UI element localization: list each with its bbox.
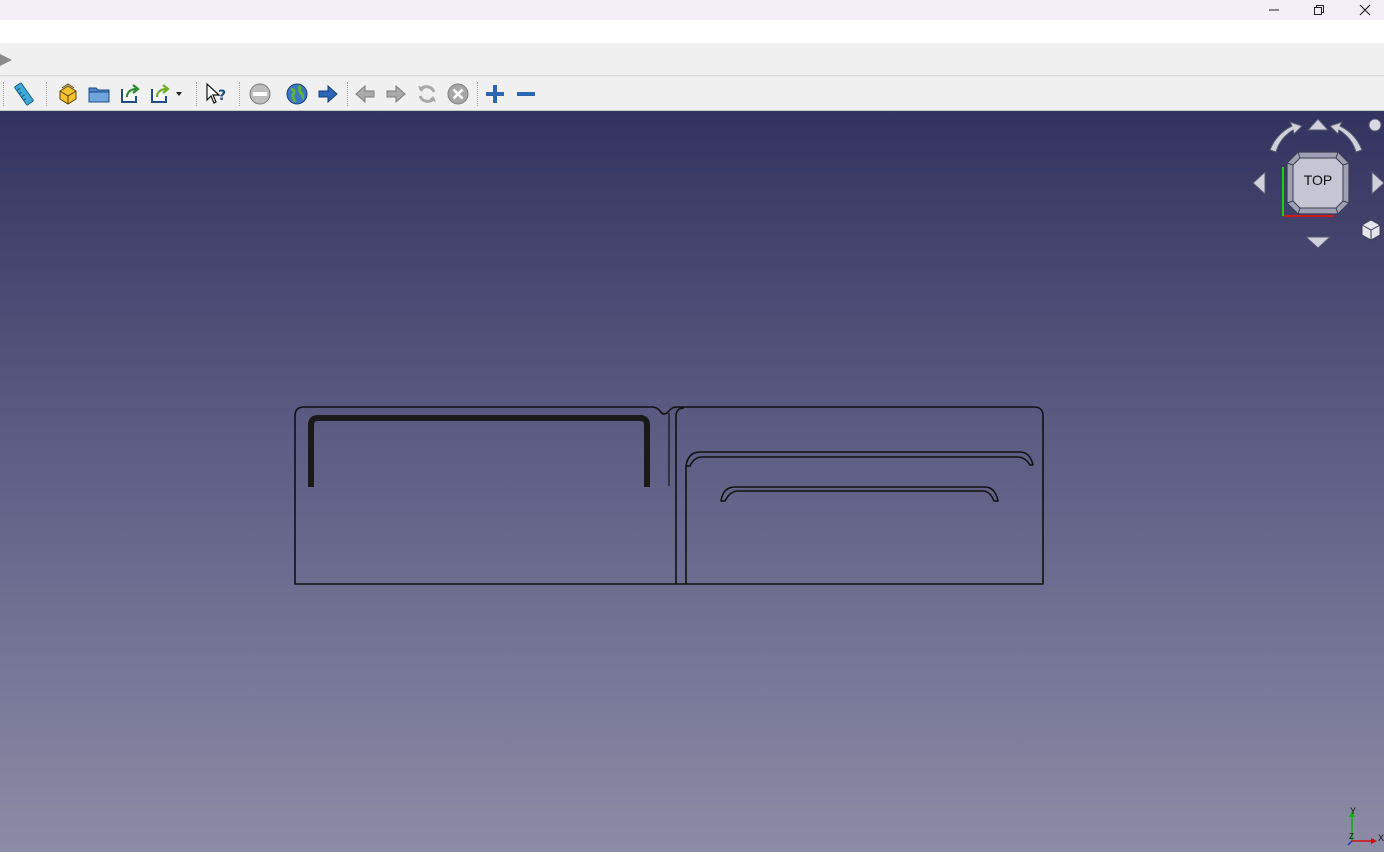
refresh-button[interactable] [414,82,440,106]
menu-bar [0,20,1384,43]
arrow-right-icon [1371,170,1384,196]
svg-text:?: ? [218,88,226,104]
part-icon [59,83,77,105]
toolbar-separator [3,82,5,106]
back-icon [355,84,375,104]
zoom-out-button[interactable] [513,82,539,106]
forward-button[interactable] [383,82,409,106]
navcube-menu-icon [1368,118,1382,132]
workbench-strip [0,43,1384,76]
toolbar-separator [46,82,48,106]
toolbar-separator [239,82,241,106]
back-button[interactable] [352,82,378,106]
cancel-button[interactable] [445,82,471,106]
navcube-face-label[interactable]: TOP [1289,172,1347,188]
arrow-left-icon [1252,170,1266,196]
refresh-icon [418,85,436,103]
3d-viewport[interactable] [0,111,1384,852]
export-icon [121,84,140,103]
export-button[interactable] [117,82,143,106]
web-icon [286,83,308,105]
export-dropdown-icon [151,84,170,103]
zoom-in-icon [486,85,504,103]
forward-icon [386,84,406,104]
sketch-right-slot-lower [720,486,999,502]
export-dropdown-button[interactable] [148,82,188,106]
title-bar [0,0,1384,20]
web-button[interactable] [284,82,310,106]
toolbar-separator [477,82,479,106]
sketch-left-handle [308,415,650,487]
whats-this-button[interactable]: ? [203,82,229,106]
go-forward-button[interactable] [315,82,341,106]
open-folder-button[interactable] [86,82,112,106]
zoom-out-icon [517,92,535,96]
minimize-button[interactable] [1251,0,1297,20]
main-toolbar: ? [0,76,1384,111]
axis-x-label: X [1378,833,1384,843]
sketch-divider [675,407,685,584]
go-forward-icon [318,84,338,104]
rotate-left-icon [1269,121,1303,153]
restore-button[interactable] [1296,0,1342,20]
stop-button[interactable] [247,82,273,106]
arrow-down-icon [1304,236,1332,249]
restore-icon [1314,5,1324,15]
minimize-icon [1269,9,1279,11]
close-button[interactable] [1342,0,1384,20]
zoom-in-button[interactable] [482,82,508,106]
arrow-up-icon [1306,118,1330,131]
axis-z-label: Z [1349,832,1354,841]
chevron-down-icon [176,92,182,96]
axis-y-label: Y [1350,806,1357,816]
close-icon [1359,4,1371,16]
open-folder-icon [88,87,110,103]
cancel-icon [447,83,469,105]
toolbar-separator [196,82,198,106]
part-button[interactable] [55,82,81,106]
rotate-right-icon [1329,121,1363,153]
stop-icon [249,83,271,105]
toolbar-separator [347,82,349,106]
sketch-right-slot-upper [685,451,1034,467]
sketch-drawing[interactable] [0,111,1384,852]
measure-icon [14,82,34,106]
measure-button[interactable] [11,82,37,106]
iso-view-icon [1361,219,1381,241]
whats-this-icon: ? [206,82,226,104]
expand-arrow-icon[interactable] [0,53,14,67]
